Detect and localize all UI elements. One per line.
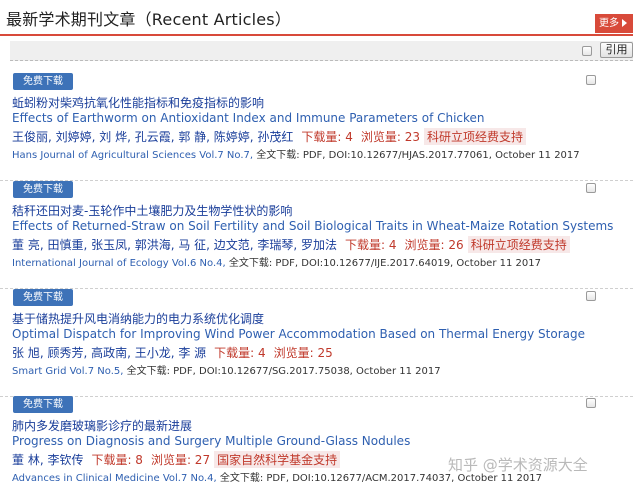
journal-link[interactable]: International Journal of Ecology Vol.6 N…: [12, 258, 226, 269]
fund-badge: 科研立项经费支持: [424, 128, 527, 145]
article-authors[interactable]: 王俊丽, 刘婷婷, 刘 烨, 孔云霞, 郭 静, 陈婷婷, 孙茂红: [12, 130, 293, 144]
article-checkbox[interactable]: [586, 183, 596, 193]
journal-link[interactable]: Advances in Clinical Medicine Vol.7 No.4…: [12, 473, 217, 484]
article-item: 免费下载 肺内多发磨玻璃影诊疗的最新进展 Progress on Diagnos…: [0, 396, 633, 504]
cite-button[interactable]: 引用: [600, 42, 633, 58]
article-meta: 王俊丽, 刘婷婷, 刘 烨, 孔云霞, 郭 静, 陈婷婷, 孙茂红 下载量: 4 浏…: [12, 128, 527, 145]
view-count: 浏览量: 27: [150, 453, 211, 467]
arrow-right-icon: [622, 19, 627, 27]
article-title-en[interactable]: Optimal Dispatch for Improving Wind Powe…: [12, 327, 585, 341]
journal-link[interactable]: Hans Journal of Agricultural Sciences Vo…: [12, 150, 253, 161]
article-title-en[interactable]: Progress on Diagnosis and Surgery Multip…: [12, 434, 410, 448]
page-title: 最新学术期刊文章（Recent Articles）: [6, 10, 292, 29]
article-meta: 董 林, 李钦传 下载量: 8 浏览量: 27 国家自然科学基金支持: [12, 451, 341, 468]
free-download-button[interactable]: 免费下载: [13, 396, 73, 413]
article-checkbox[interactable]: [586, 291, 596, 301]
article-source: Hans Journal of Agricultural Sciences Vo…: [12, 146, 580, 161]
free-download-button[interactable]: 免费下载: [13, 73, 73, 90]
article-meta: 董 亮, 田慎重, 张玉凤, 郭洪海, 马 征, 边文范, 李瑞琴, 罗加法 下载…: [12, 236, 570, 253]
journal-link[interactable]: Smart Grid Vol.7 No.5,: [12, 366, 123, 377]
fulltext-info[interactable]: 全文下载: PDF, DOI:10.12677/IJE.2017.64019, …: [226, 258, 541, 269]
fulltext-info[interactable]: 全文下载: PDF, DOI:10.12677/HJAS.2017.77061,…: [253, 150, 579, 161]
more-label: 更多: [599, 18, 619, 29]
free-download-button[interactable]: 免费下载: [13, 181, 73, 198]
download-count: 下载量: 8: [91, 453, 143, 467]
watermark: 知乎 @学术资源大全: [448, 456, 588, 474]
page-header: 最新学术期刊文章（Recent Articles） 更多: [0, 0, 633, 36]
download-count: 下载量: 4: [214, 346, 266, 360]
article-authors[interactable]: 张 旭, 顾秀芳, 高政南, 王小龙, 李 源: [12, 346, 206, 360]
fulltext-info[interactable]: 全文下载: PDF, DOI:10.12677/SG.2017.75038, O…: [123, 366, 441, 377]
download-count: 下载量: 4: [301, 130, 353, 144]
view-count: 浏览量: 26: [404, 238, 464, 252]
view-count: 浏览量: 25: [273, 346, 333, 360]
article-title-cn[interactable]: 秸秆还田对麦-玉轮作中土壤肥力及生物学性状的影响: [12, 202, 292, 219]
free-download-button[interactable]: 免费下载: [13, 289, 73, 306]
article-item: 免费下载 基于储热提升风电消纳能力的电力系统优化调度 Optimal Dispa…: [0, 289, 633, 397]
article-checkbox[interactable]: [586, 398, 596, 408]
article-title-en[interactable]: Effects of Returned-Straw on Soil Fertil…: [12, 219, 613, 233]
article-source: Smart Grid Vol.7 No.5, 全文下载: PDF, DOI:10…: [12, 362, 441, 377]
download-count: 下载量: 4: [345, 238, 397, 252]
article-title-en[interactable]: Effects of Earthworm on Antioxidant Inde…: [12, 111, 485, 125]
article-source: International Journal of Ecology Vol.6 N…: [12, 254, 541, 269]
toolbar: 引用: [10, 41, 633, 61]
article-item: 免费下载 秸秆还田对麦-玉轮作中土壤肥力及生物学性状的影响 Effects of…: [0, 181, 633, 289]
article-meta: 张 旭, 顾秀芳, 高政南, 王小龙, 李 源下载量: 4 浏览量: 25: [12, 344, 333, 361]
article-title-cn[interactable]: 蚯蚓粉对柴鸡抗氧化性能指标和免疫指标的影响: [12, 94, 264, 111]
article-item: 免费下载 蚯蚓粉对柴鸡抗氧化性能指标和免疫指标的影响 Effects of Ea…: [0, 73, 633, 181]
view-count: 浏览量: 23: [360, 130, 421, 144]
fund-badge: 科研立项经费支持: [467, 236, 570, 253]
article-authors[interactable]: 董 亮, 田慎重, 张玉凤, 郭洪海, 马 征, 边文范, 李瑞琴, 罗加法: [12, 238, 337, 252]
fund-badge: 国家自然科学基金支持: [214, 451, 341, 468]
article-title-cn[interactable]: 基于储热提升风电消纳能力的电力系统优化调度: [12, 310, 264, 327]
more-button[interactable]: 更多: [595, 14, 633, 33]
article-checkbox[interactable]: [586, 75, 596, 85]
article-authors[interactable]: 董 林, 李钦传: [12, 453, 83, 467]
select-all-checkbox[interactable]: [582, 46, 592, 56]
article-title-cn[interactable]: 肺内多发磨玻璃影诊疗的最新进展: [12, 417, 192, 434]
